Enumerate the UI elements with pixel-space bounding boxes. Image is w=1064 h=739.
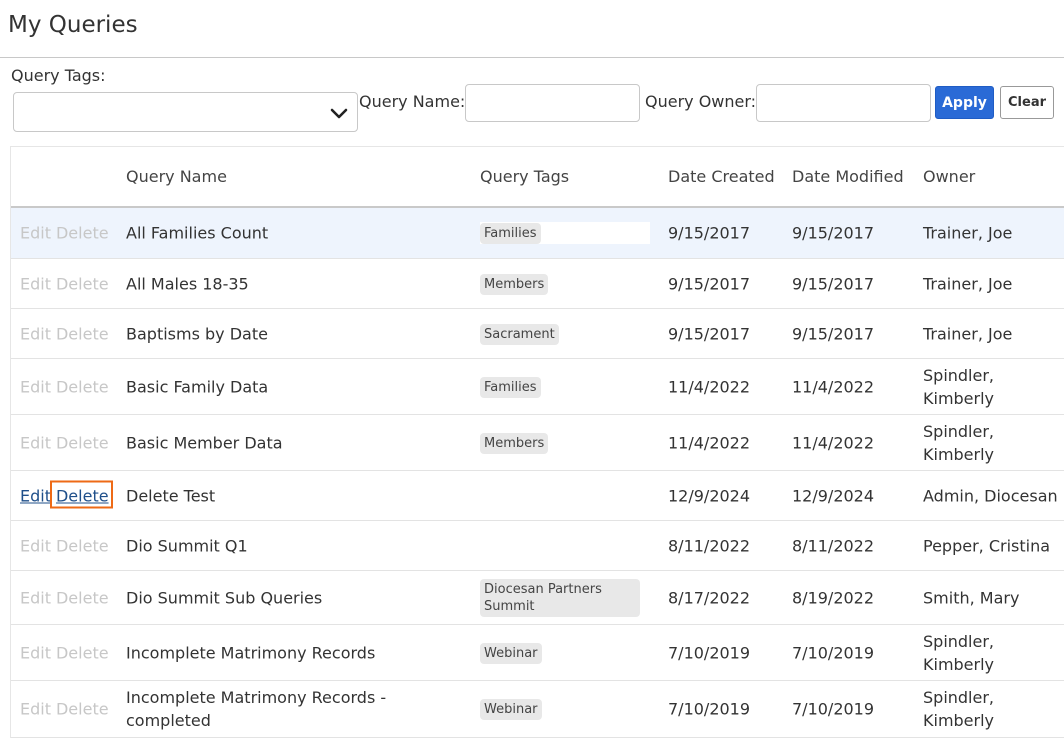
date-created: 8/11/2022 bbox=[668, 536, 751, 555]
delete-link[interactable]: Delete bbox=[56, 324, 109, 343]
edit-link[interactable]: Edit bbox=[20, 224, 51, 243]
delete-link[interactable]: Delete bbox=[56, 224, 109, 243]
edit-link[interactable]: Edit bbox=[20, 274, 51, 293]
date-created: 7/10/2019 bbox=[668, 699, 751, 719]
owner: Spindler, Kimberly bbox=[923, 365, 995, 408]
date-modified: 9/15/2017 bbox=[792, 324, 875, 343]
owner: Admin, Diocesan bbox=[923, 486, 1058, 505]
table-row[interactable]: Edit Delete Dio Summit Sub Queries Dioces… bbox=[11, 571, 1064, 625]
date-modified: 9/15/2017 bbox=[792, 223, 875, 243]
column-header-owner[interactable]: Owner bbox=[923, 167, 975, 186]
table-header: Query Name Query Tags Date Created Date … bbox=[11, 147, 1064, 208]
query-tag: Webinar bbox=[480, 699, 542, 720]
delete-link[interactable]: Delete bbox=[56, 700, 109, 719]
query-name[interactable]: Dio Summit Sub Queries bbox=[126, 586, 322, 609]
query-tag: Families bbox=[480, 223, 541, 244]
table-row[interactable]: Edit Delete Basic Member Data Members 11/… bbox=[11, 415, 1064, 471]
title-divider bbox=[0, 57, 1064, 58]
date-created: 9/15/2017 bbox=[668, 324, 751, 343]
owner: Smith, Mary bbox=[923, 588, 1020, 607]
query-tag: Families bbox=[480, 376, 541, 398]
date-modified: 9/15/2017 bbox=[792, 274, 875, 293]
query-name[interactable]: Delete Test bbox=[126, 484, 215, 507]
query-name-label: Query Name: bbox=[359, 92, 466, 111]
query-name[interactable]: Dio Summit Q1 bbox=[126, 534, 248, 557]
column-header-date-modified[interactable]: Date Modified bbox=[792, 167, 904, 186]
date-modified: 12/9/2024 bbox=[792, 486, 875, 505]
date-modified: 8/11/2022 bbox=[792, 536, 875, 555]
query-name[interactable]: All Males 18-35 bbox=[126, 272, 249, 295]
edit-link[interactable]: Edit bbox=[20, 700, 51, 719]
date-modified: 11/4/2022 bbox=[792, 377, 875, 396]
edit-link[interactable]: Edit bbox=[20, 536, 51, 555]
table-row[interactable]: Edit Delete All Males 18-35 Members 9/15/… bbox=[11, 259, 1064, 309]
owner: Trainer, Joe bbox=[923, 324, 1013, 343]
delete-link[interactable]: Delete bbox=[56, 588, 109, 607]
delete-highlight-box bbox=[50, 480, 113, 508]
edit-link[interactable]: Edit bbox=[20, 324, 51, 343]
query-tags-select[interactable] bbox=[13, 92, 358, 132]
query-owner-input[interactable] bbox=[756, 84, 931, 122]
delete-link[interactable]: Delete bbox=[56, 536, 109, 555]
owner: Trainer, Joe bbox=[923, 274, 1013, 293]
query-tag: Sacrament bbox=[480, 323, 559, 345]
date-created: 12/9/2024 bbox=[668, 486, 751, 505]
table-row[interactable]: Edit Delete Dio Summit Q1 8/11/2022 8/11/… bbox=[11, 521, 1064, 571]
edit-link[interactable]: Edit bbox=[20, 588, 51, 607]
table-row[interactable]: Edit Delete Baptisms by Date Sacrament 9/… bbox=[11, 309, 1064, 359]
date-created: 8/17/2022 bbox=[668, 588, 751, 607]
date-modified: 8/19/2022 bbox=[792, 588, 875, 607]
clear-button[interactable]: Clear bbox=[1000, 86, 1054, 119]
chevron-down-icon bbox=[330, 108, 348, 119]
query-name[interactable]: Basic Family Data bbox=[126, 375, 268, 398]
query-tag: Webinar bbox=[480, 642, 542, 664]
table-row[interactable]: Edit Delete Basic Family Data Families 11… bbox=[11, 359, 1064, 415]
owner: Spindler, Kimberly bbox=[923, 631, 995, 674]
edit-link[interactable]: Edit bbox=[20, 643, 51, 662]
edit-link[interactable]: Edit bbox=[20, 486, 51, 505]
column-header-query-name[interactable]: Query Name bbox=[126, 167, 227, 186]
date-created: 7/10/2019 bbox=[668, 643, 751, 662]
delete-link[interactable]: Delete bbox=[56, 377, 109, 396]
table-row[interactable]: Edit Delete Incomplete Matrimony Records … bbox=[11, 625, 1064, 681]
owner: Spindler, Kimberly bbox=[923, 688, 995, 730]
date-modified: 7/10/2019 bbox=[792, 699, 875, 719]
query-tags-label: Query Tags: bbox=[11, 66, 106, 85]
table-row[interactable]: Edit Delete All Families Count Families 9… bbox=[11, 208, 1064, 259]
owner: Spindler, Kimberly bbox=[923, 421, 995, 464]
owner: Trainer, Joe bbox=[923, 223, 1013, 243]
query-tag: Diocesan Partners Summit bbox=[480, 578, 640, 617]
delete-link[interactable]: Delete bbox=[56, 433, 109, 452]
date-created: 11/4/2022 bbox=[668, 433, 751, 452]
date-modified: 11/4/2022 bbox=[792, 433, 875, 452]
query-name[interactable]: All Families Count bbox=[126, 222, 268, 245]
queries-table: Query Name Query Tags Date Created Date … bbox=[10, 146, 1064, 738]
apply-button[interactable]: Apply bbox=[935, 86, 994, 119]
date-modified: 7/10/2019 bbox=[792, 643, 875, 662]
owner: Pepper, Cristina bbox=[923, 536, 1051, 555]
query-tag: Members bbox=[480, 432, 549, 454]
date-created: 9/15/2017 bbox=[668, 223, 751, 243]
column-header-query-tags[interactable]: Query Tags bbox=[480, 167, 569, 186]
date-created: 11/4/2022 bbox=[668, 377, 751, 396]
query-tag: Members bbox=[480, 273, 549, 295]
query-name[interactable]: Basic Member Data bbox=[126, 431, 283, 454]
query-name[interactable]: Baptisms by Date bbox=[126, 322, 268, 345]
query-name[interactable]: Incomplete Matrimony Records bbox=[126, 641, 375, 664]
page-title: My Queries bbox=[8, 12, 138, 38]
date-created: 9/15/2017 bbox=[668, 274, 751, 293]
column-header-date-created[interactable]: Date Created bbox=[668, 167, 775, 186]
edit-link[interactable]: Edit bbox=[20, 433, 51, 452]
query-name-input[interactable] bbox=[465, 84, 640, 122]
table-row[interactable]: Edit Delete Incomplete Matrimony Records … bbox=[11, 681, 1064, 738]
table-row[interactable]: Edit Delete Delete Test 12/9/2024 12/9/20… bbox=[11, 471, 1064, 521]
query-owner-label: Query Owner: bbox=[645, 92, 757, 111]
delete-link[interactable]: Delete bbox=[56, 643, 109, 662]
delete-link[interactable]: Delete bbox=[56, 274, 109, 293]
query-name[interactable]: Incomplete Matrimony Records - completed bbox=[126, 686, 416, 732]
edit-link[interactable]: Edit bbox=[20, 377, 51, 396]
